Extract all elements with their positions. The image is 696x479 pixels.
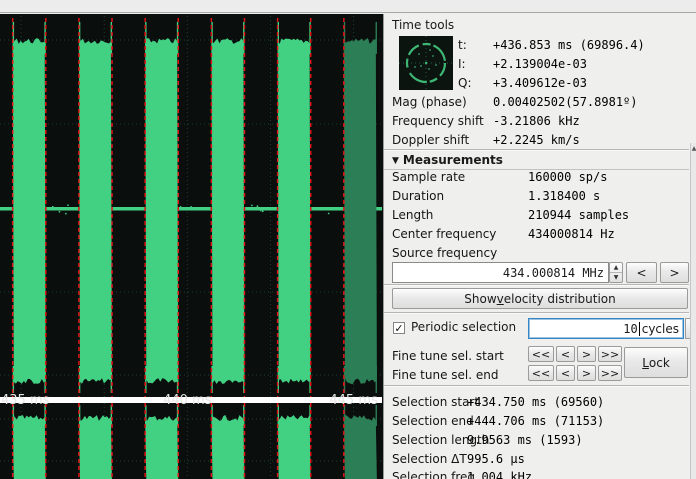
periodic-selection-label: Periodic selection (411, 320, 516, 334)
time-tools-panel: Time tools t: +436.853 ms (69896.4) I: +… (383, 14, 696, 479)
cycles-value: 10 (623, 322, 637, 336)
doppler-shift-label: Doppler shift (392, 133, 469, 147)
cycles-suffix: cycles (642, 322, 679, 336)
doppler-shift-value: +2.2245 km/s (493, 133, 580, 147)
show-velocity-distribution-button[interactable]: Show velocity distribution (392, 288, 688, 309)
window-top-strip (0, 0, 696, 13)
mag-phase-value: 0.00402502(57.8981º) (493, 95, 638, 109)
measurements-header-label: Measurements (403, 153, 503, 167)
scrollbar-up-icon[interactable]: ▲ (691, 145, 696, 152)
divider (384, 284, 689, 286)
selection-end-label: Selection end (392, 414, 474, 428)
fine-tune-start-right-button[interactable]: > (577, 346, 596, 362)
time-axis-label: 445 ms (329, 393, 378, 408)
frequency-next-button[interactable]: > (660, 262, 689, 283)
divider (384, 385, 689, 387)
measurements-header[interactable]: ▼ Measurements (392, 153, 503, 167)
text-caret (639, 322, 640, 336)
mag-phase-label: Mag (phase) (392, 95, 467, 109)
collapse-arrow-icon: ▼ (392, 156, 399, 166)
fine-tune-end-right-button[interactable]: > (577, 365, 596, 381)
time-axis-label: 435 ms (1, 393, 50, 408)
time-window: { "time_tools": { "title": "Time tools",… (0, 0, 696, 479)
frequency-prev-button[interactable]: < (626, 262, 657, 283)
fine-tune-start-label: Fine tune sel. start (392, 349, 504, 363)
frequency-shift-label: Frequency shift (392, 114, 484, 128)
i-label: I: (458, 57, 466, 71)
center-frequency-value: 434000814 Hz (528, 227, 615, 241)
divider (384, 149, 689, 151)
waveform-bottom-pane (0, 403, 382, 479)
t-value: +436.853 ms (69896.4) (493, 38, 645, 52)
divider (384, 312, 689, 314)
center-frequency-label: Center frequency (392, 227, 496, 241)
cycles-input[interactable]: 10 cycles (528, 318, 684, 339)
panel-scrollbar[interactable]: ▲ (690, 143, 696, 479)
button-text: ock (649, 356, 670, 370)
t-label: t: (458, 38, 467, 52)
selection-freq-label: Selection freq (392, 470, 475, 479)
check-icon: ✓ (394, 322, 403, 335)
selection-delta-t-value: 995.6 µs (467, 452, 525, 466)
selection-end-value: +444.706 ms (71153) (467, 414, 604, 428)
spin-up-icon[interactable]: ▲ (610, 263, 622, 273)
lock-button[interactable]: Lock (624, 347, 688, 378)
q-label: Q: (458, 76, 472, 90)
button-text: L (642, 356, 649, 370)
iq-constellation-display (399, 36, 453, 90)
frequency-spinner[interactable]: ▲ ▼ (609, 262, 623, 283)
fine-tune-start-left-button[interactable]: < (556, 346, 575, 362)
selection-delta-t-label: Selection ΔT (392, 452, 467, 466)
fine-tune-end-left-button[interactable]: < (556, 365, 575, 381)
periodic-selection-checkbox[interactable]: ✓ (393, 322, 405, 334)
length-label: Length (392, 208, 433, 222)
selection-start-value: +434.750 ms (69560) (467, 395, 604, 409)
spin-down-icon[interactable]: ▼ (610, 273, 622, 282)
sample-rate-value: 160000 sp/s (528, 170, 607, 184)
fine-tune-end-fast-left-button[interactable]: << (528, 365, 554, 381)
time-axis-label: 440 ms (163, 393, 212, 408)
i-value: +2.139004e-03 (493, 57, 587, 71)
waveform-svg[interactable]: 435 ms 440 ms 445 ms (0, 14, 383, 479)
duration-value: 1.318400 s (528, 189, 600, 203)
fine-tune-end-fast-right-button[interactable]: >> (598, 365, 622, 381)
fine-tune-start-fast-left-button[interactable]: << (528, 346, 554, 362)
fine-tune-end-label: Fine tune sel. end (392, 368, 498, 382)
sample-rate-label: Sample rate (392, 170, 465, 184)
source-frequency-label: Source frequency (392, 246, 497, 260)
time-tools-title: Time tools (392, 18, 454, 32)
waveform-view[interactable]: 435 ms 440 ms 445 ms (0, 14, 383, 479)
button-text: v (497, 292, 504, 306)
button-text: elocity distribution (504, 292, 616, 306)
button-text: Show (464, 292, 496, 306)
duration-label: Duration (392, 189, 444, 203)
frequency-shift-value: -3.21806 kHz (493, 114, 580, 128)
frequency-input[interactable]: 434.000814 MHz (392, 262, 609, 283)
q-value: +3.409612e-03 (493, 76, 587, 90)
selection-freq-value: 1.004 kHz (467, 470, 532, 479)
selection-length-value: 9.9563 ms (1593) (467, 433, 583, 447)
length-value: 210944 samples (528, 208, 629, 222)
fine-tune-start-fast-right-button[interactable]: >> (598, 346, 622, 362)
